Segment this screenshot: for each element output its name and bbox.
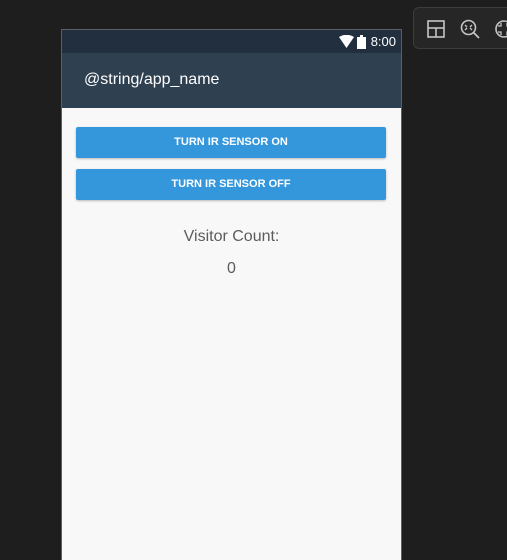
- status-time: 8:00: [370, 34, 396, 49]
- wifi-icon: [338, 35, 354, 48]
- visitor-count-value: 0: [227, 260, 236, 277]
- layout-icon[interactable]: [424, 17, 448, 41]
- layout-editor-canvas: 8:00 @string/app_name TURN IR SENSOR ON …: [0, 0, 507, 560]
- design-toolbar: [413, 7, 507, 49]
- focus-icon[interactable]: [492, 17, 507, 41]
- status-bar: 8:00: [62, 30, 401, 53]
- zoom-fit-icon[interactable]: [458, 17, 482, 41]
- turn-ir-sensor-off-button[interactable]: TURN IR SENSOR OFF: [76, 169, 386, 200]
- status-icons: 8:00: [338, 33, 396, 50]
- app-bar: @string/app_name: [62, 53, 401, 108]
- battery-icon: [356, 34, 366, 49]
- turn-ir-sensor-on-button[interactable]: TURN IR SENSOR ON: [76, 127, 386, 158]
- app-title: @string/app_name: [84, 71, 220, 88]
- main-content: TURN IR SENSOR ON TURN IR SENSOR OFF Vis…: [62, 108, 401, 560]
- device-preview: 8:00 @string/app_name TURN IR SENSOR ON …: [61, 29, 402, 560]
- visitor-count-label: Visitor Count:: [183, 228, 280, 245]
